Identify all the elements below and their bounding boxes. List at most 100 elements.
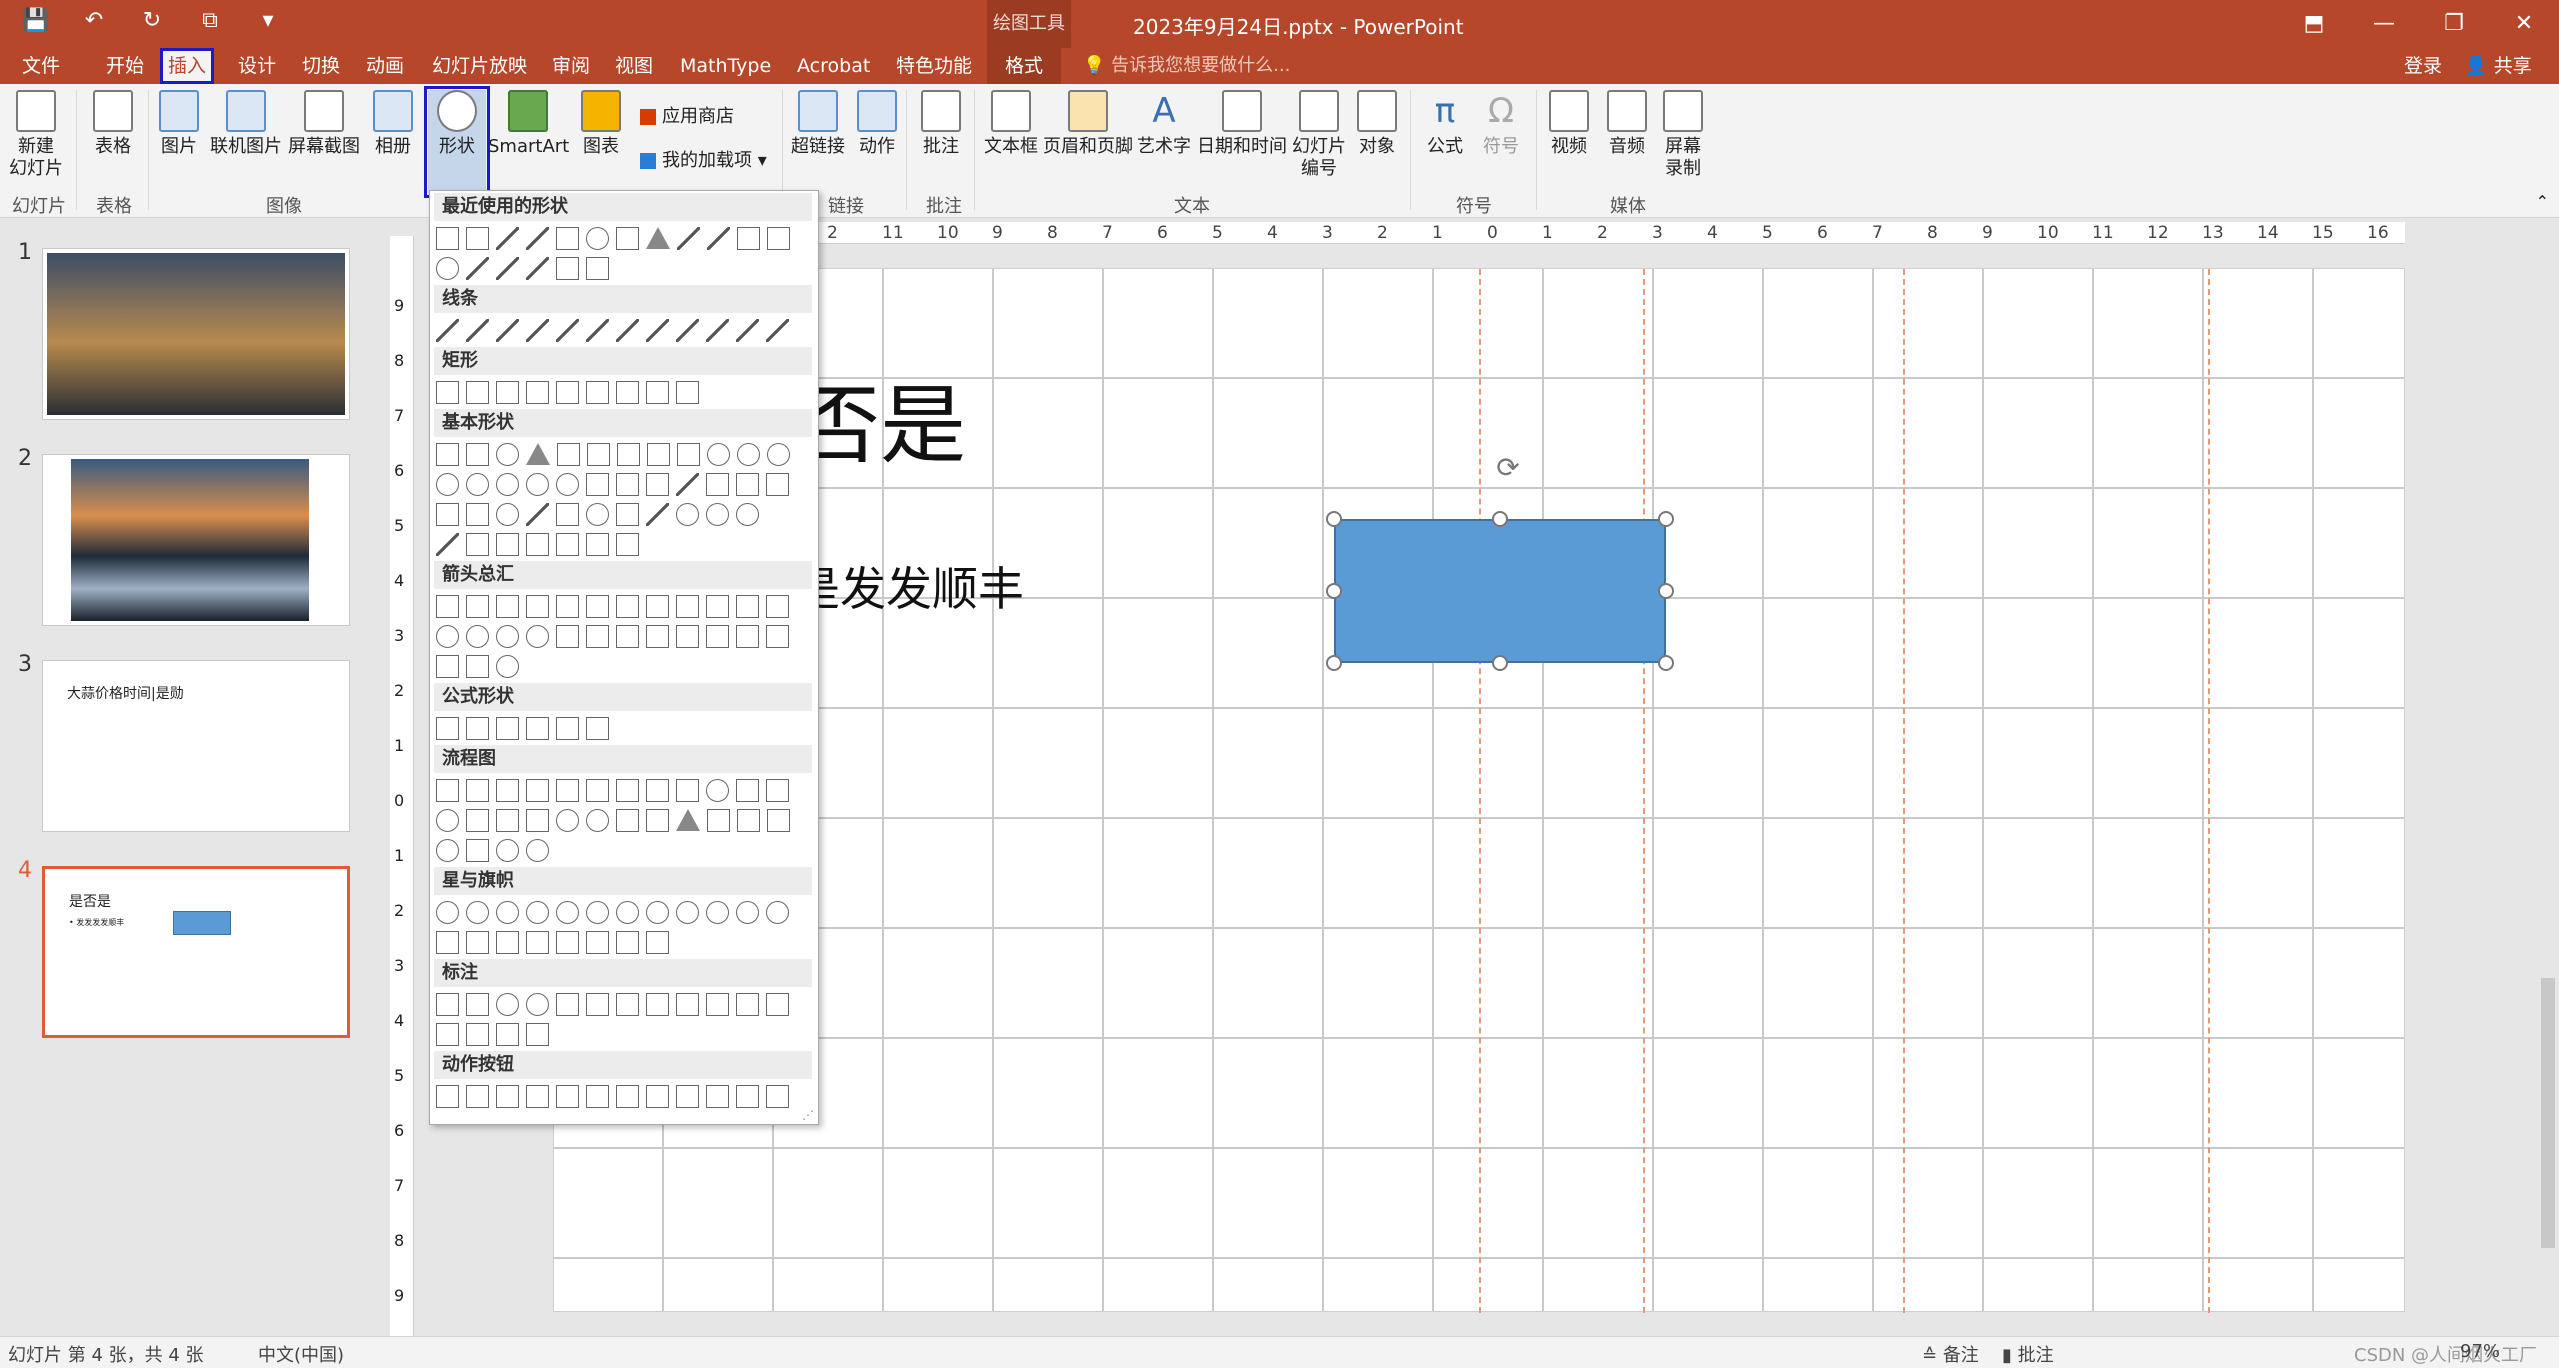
present-icon[interactable]: ⧉ [194,8,226,33]
resize-handle[interactable] [1658,583,1674,599]
arrow-shape[interactable] [496,655,519,678]
callout-shape[interactable] [556,993,579,1016]
arrow-shape[interactable] [706,595,729,618]
tab-view[interactable]: 视图 [615,48,653,84]
basic-shape[interactable] [496,533,519,556]
arrow-shape[interactable] [556,595,579,618]
flowchart-shape[interactable] [706,779,729,802]
tab-transitions[interactable]: 切换 [302,48,340,84]
action-document-button-shape[interactable] [676,1085,699,1108]
star-shape[interactable] [736,901,759,924]
callout-shape[interactable] [496,993,519,1016]
action-back-button-shape[interactable] [436,1085,459,1108]
zoom-level[interactable]: 97% [2460,1341,2500,1362]
arrow-shape[interactable] [676,595,699,618]
minus-shape[interactable] [466,717,489,740]
datetime-button[interactable]: 日期和时间 [1196,90,1288,158]
chart-button[interactable]: 图表 [578,90,624,158]
arrow-shape[interactable] [736,595,759,618]
hyperlink-button[interactable]: 超链接 [788,90,848,158]
elbow-arrow-shape[interactable] [707,227,730,250]
callout-shape[interactable] [436,993,459,1016]
arrow-shape[interactable] [736,625,759,648]
basic-shape[interactable] [706,473,729,496]
flowchart-shape[interactable] [526,839,549,862]
flowchart-shape[interactable] [556,809,579,832]
banner-shape[interactable] [526,931,549,954]
basic-shape[interactable] [466,473,489,496]
resize-handle[interactable] [1492,655,1508,671]
right-brace-shape[interactable] [586,257,609,280]
action-help-button-shape[interactable] [736,1085,759,1108]
undo-icon[interactable]: ↶ [78,8,110,33]
basic-shape[interactable] [616,503,639,526]
basic-shape[interactable] [676,503,699,526]
signin-link[interactable]: 登录 [2404,48,2442,84]
banner-shape[interactable] [586,931,609,954]
star-shape[interactable] [526,901,549,924]
flowchart-shape[interactable] [646,809,669,832]
arrow-shape[interactable] [766,595,789,618]
star-shape[interactable] [586,901,609,924]
basic-shape[interactable] [556,503,579,526]
flowchart-shape[interactable] [496,839,519,862]
flowchart-shape[interactable] [707,809,730,832]
callout-shape[interactable] [526,1023,549,1046]
save-icon[interactable]: 💾 [20,8,52,33]
action-return-button-shape[interactable] [616,1085,639,1108]
callout-shape[interactable] [706,993,729,1016]
guide-line[interactable] [1643,269,1645,1313]
basic-shape[interactable] [436,503,459,526]
line-shape[interactable] [556,319,579,342]
arrow-shape[interactable] [466,595,489,618]
tab-review[interactable]: 审阅 [552,48,590,84]
triangle-shape[interactable] [646,227,670,249]
close-icon[interactable]: ✕ [2489,0,2559,48]
flowchart-shape[interactable] [586,779,609,802]
arrow-shape[interactable] [496,625,519,648]
basic-shape[interactable] [557,443,580,466]
equal-shape[interactable] [556,717,579,740]
line-shape[interactable] [466,319,489,342]
basic-shape[interactable] [526,443,550,465]
basic-shape[interactable] [587,443,610,466]
basic-shape[interactable] [466,443,489,466]
arrow-shape[interactable] [436,595,459,618]
arrow-shape[interactable] [706,625,729,648]
rect-shape[interactable] [526,381,549,404]
customize-qat-icon[interactable]: ▾ [252,8,284,33]
flowchart-shape[interactable] [616,779,639,802]
collapse-ribbon-icon[interactable]: ⌃ [2536,192,2549,211]
comments-button[interactable]: ▮ 批注 [2002,1341,2054,1367]
line-shape[interactable] [496,227,519,250]
action-end-button-shape[interactable] [526,1085,549,1108]
scrollbar-thumb[interactable] [2541,978,2555,1248]
rectangle-shape[interactable] [1334,519,1666,663]
arrow-shape[interactable] [676,625,699,648]
basic-shape[interactable] [526,473,549,496]
my-addins-button[interactable]: 我的加载项 ▾ [640,146,767,172]
banner-shape[interactable] [436,931,459,954]
action-home-button-shape[interactable] [556,1085,579,1108]
basic-shape[interactable] [766,473,789,496]
slide-thumbnail-4[interactable]: 是否是 • 发发发发顺丰 [42,866,350,1038]
action-movie-button-shape[interactable] [646,1085,669,1108]
basic-shape[interactable] [586,473,609,496]
line-shape[interactable] [706,319,729,342]
callout-shape[interactable] [646,993,669,1016]
picture-button[interactable]: 图片 [156,90,202,158]
arrow-shape[interactable] [766,625,789,648]
star-shape[interactable] [676,901,699,924]
minimize-icon[interactable]: — [2349,0,2419,48]
rect-shape[interactable] [466,381,489,404]
star-shape[interactable] [646,901,669,924]
action-custom-button-shape[interactable] [766,1085,789,1108]
basic-shape[interactable] [677,443,700,466]
flowchart-shape[interactable] [766,779,789,802]
slide-title[interactable]: 否是 [794,355,966,480]
arc-shape[interactable] [496,257,519,280]
header-footer-button[interactable]: 页眉和页脚 [1042,90,1134,158]
redo-icon[interactable]: ↻ [136,8,168,33]
flowchart-shape[interactable] [737,809,760,832]
basic-shape[interactable] [646,503,669,526]
